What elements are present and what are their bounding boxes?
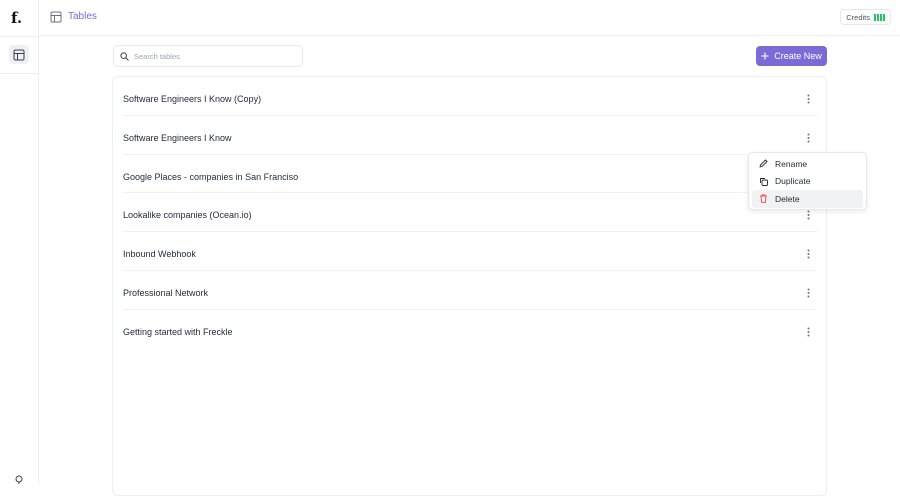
row-context-menu: Rename Duplicate Delete — [748, 152, 867, 210]
table-name[interactable]: Getting started with Freckle — [123, 327, 233, 337]
left-rail: f. — [0, 0, 39, 484]
credits-badge[interactable]: Credits — [840, 9, 891, 25]
credits-meter — [874, 13, 885, 21]
credits-label: Credits — [846, 12, 870, 22]
table-row[interactable]: Google Places - companies in San Francis… — [123, 155, 817, 194]
more-options-icon[interactable] — [802, 326, 814, 338]
more-options-icon[interactable] — [802, 209, 814, 221]
table-icon — [50, 11, 62, 23]
app-logo[interactable]: f. — [11, 9, 29, 29]
table-name[interactable]: Lookalike companies (Ocean.io) — [123, 210, 252, 220]
table-icon — [13, 49, 25, 60]
more-options-icon[interactable] — [802, 93, 814, 105]
copy-icon — [760, 177, 768, 186]
plus-icon — [761, 52, 769, 60]
search-icon — [120, 52, 129, 61]
menu-item-label: Delete — [775, 193, 800, 204]
table-name[interactable]: Inbound Webhook — [123, 249, 196, 259]
table-row[interactable]: Lookalike companies (Ocean.io) — [123, 193, 817, 233]
rail-divider — [0, 73, 39, 74]
table-name[interactable]: Google Places - companies in San Francis… — [123, 172, 298, 182]
tables-nav-button[interactable] — [9, 45, 29, 64]
table-name[interactable]: Software Engineers I Know (Copy) — [123, 94, 261, 104]
duplicate-menu-item[interactable]: Duplicate — [752, 173, 863, 191]
search-box[interactable] — [113, 45, 303, 67]
table-row[interactable]: Software Engineers I Know (Copy) — [123, 77, 817, 116]
rename-menu-item[interactable]: Rename — [752, 155, 863, 173]
table-row[interactable]: Getting started with Freckle — [123, 310, 817, 349]
more-options-icon[interactable] — [802, 132, 814, 144]
table-name[interactable]: Professional Network — [123, 288, 208, 298]
trash-icon — [760, 194, 767, 203]
delete-menu-item[interactable]: Delete — [752, 190, 863, 208]
more-options-icon[interactable] — [802, 248, 814, 260]
menu-item-label: Duplicate — [775, 176, 811, 187]
menu-item-label: Rename — [775, 158, 808, 169]
more-options-icon[interactable] — [802, 287, 814, 299]
help-icon[interactable] — [14, 475, 24, 484]
top-bar: Tables Credits — [39, 0, 900, 36]
table-row[interactable]: Software Engineers I Know — [123, 116, 817, 155]
tables-list: Software Engineers I Know (Copy) Softwar… — [112, 76, 827, 496]
table-name[interactable]: Software Engineers I Know — [123, 133, 232, 143]
table-row[interactable]: Professional Network — [123, 271, 817, 310]
create-new-button[interactable]: Create New — [756, 46, 827, 66]
create-new-label: Create New — [774, 51, 822, 61]
search-input[interactable] — [134, 49, 294, 64]
pencil-icon — [759, 159, 768, 168]
table-row[interactable]: Inbound Webhook — [123, 232, 817, 271]
page-title: Tables — [68, 11, 97, 22]
rail-divider — [0, 36, 39, 37]
